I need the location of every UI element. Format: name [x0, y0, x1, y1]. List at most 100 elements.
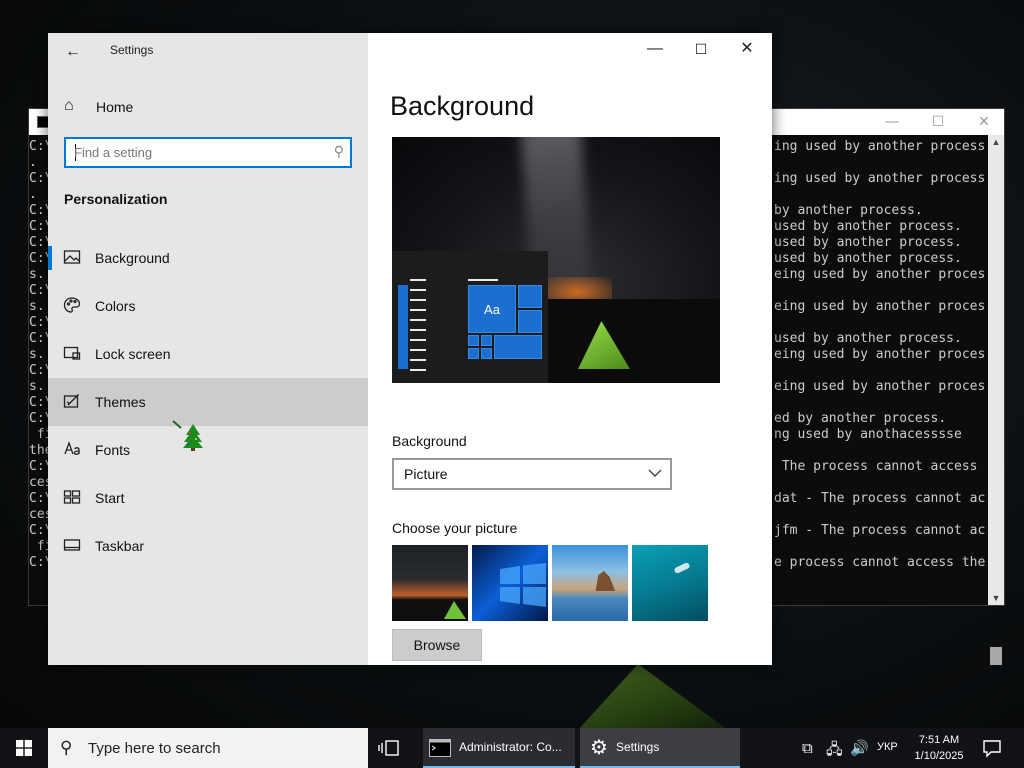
console-line: eing used by another proces: [774, 299, 986, 314]
mock-sidebar: [398, 285, 408, 369]
settings-nav-pane: ← Settings ⌂ Home Find a setting ⚲ Perso…: [48, 33, 368, 665]
network-icon[interactable]: 🖧: [826, 739, 843, 764]
mock-line: [410, 309, 426, 311]
console-scrollbar[interactable]: ▲ ▼: [988, 135, 1004, 665]
tree-cursor-icon: [172, 420, 203, 451]
notifications-icon[interactable]: [982, 738, 1002, 758]
copy-icon[interactable]: ⧉: [802, 739, 813, 757]
start-button[interactable]: [0, 728, 48, 768]
mock-tile: [518, 285, 542, 308]
console-line: eing used by another proces: [774, 379, 986, 394]
settings-window[interactable]: ← Settings ⌂ Home Find a setting ⚲ Perso…: [48, 33, 772, 665]
windows-logo-icon: [16, 740, 32, 756]
mock-line: [410, 279, 426, 281]
task-view-icon[interactable]: [376, 738, 404, 758]
wallpaper-tent: [578, 664, 728, 730]
mock-tile: [481, 335, 492, 346]
picture-icon: [63, 250, 81, 264]
mock-line: [410, 289, 426, 291]
mock-line: [410, 339, 426, 341]
console-line: used by another process.: [774, 251, 962, 266]
console-line: ed by another process.: [774, 411, 947, 426]
picture-thumbnail-night-sky[interactable]: [392, 545, 468, 621]
console-line: used by another process.: [774, 331, 962, 346]
picture-thumbnail-underwater[interactable]: [632, 545, 708, 621]
preview-start-mock: Aa: [392, 251, 548, 383]
picture-thumbnail-beach[interactable]: [552, 545, 628, 621]
choose-picture-label: Choose your picture: [392, 520, 518, 536]
taskbar-search-box[interactable]: ⚲ Type here to search: [48, 728, 368, 768]
console-line: ing used by another process: [774, 171, 986, 186]
console-minimize-icon[interactable]: —: [869, 112, 915, 132]
settings-content: — ☐ ✕ Background Aa Background Picture C…: [368, 33, 772, 665]
close-icon[interactable]: ✕: [724, 39, 770, 59]
console-line: The process cannot access: [774, 459, 978, 474]
background-preview: Aa: [392, 137, 720, 383]
nav-home-label: Home: [96, 99, 134, 115]
console-line: jfm - The process cannot ac: [774, 523, 986, 538]
home-icon: ⌂: [64, 97, 74, 114]
taskbar-icon: [63, 539, 81, 551]
taskbar-app-label: Settings: [616, 740, 660, 754]
search-icon[interactable]: ⚲: [334, 143, 344, 160]
nav-item-label: Background: [95, 250, 170, 266]
taskbar-app-console[interactable]: Administrator: Co...: [423, 728, 575, 768]
mock-tile: [481, 348, 492, 359]
console-line: e process cannot access the: [774, 555, 986, 570]
taskbar-app-label: Administrator: Co...: [459, 740, 562, 754]
language-indicator[interactable]: УКР: [877, 741, 898, 753]
nav-item-taskbar[interactable]: Taskbar: [48, 522, 368, 570]
nav-item-lock-screen[interactable]: Lock screen: [48, 330, 368, 378]
nav-item-fonts[interactable]: Fonts: [48, 426, 368, 474]
nav-item-label: Colors: [95, 298, 136, 314]
scroll-thumb[interactable]: [990, 647, 1002, 665]
themes-icon: [63, 394, 79, 408]
mock-title-line: [468, 279, 498, 281]
browse-button[interactable]: Browse: [392, 629, 482, 661]
background-label: Background: [392, 433, 467, 449]
nav-item-label: Themes: [95, 394, 146, 410]
minimize-icon[interactable]: —: [632, 39, 678, 59]
clock-date: 1/10/2025: [914, 750, 964, 762]
console-line: used by another process.: [774, 219, 962, 234]
maximize-icon[interactable]: ☐: [678, 39, 724, 59]
back-arrow-icon[interactable]: ←: [62, 41, 84, 63]
console-close-icon[interactable]: ✕: [961, 112, 1007, 132]
console-line: dat - The process cannot ac: [774, 491, 986, 506]
nav-home[interactable]: ⌂ Home: [48, 89, 368, 123]
volume-icon[interactable]: 🔊: [850, 739, 869, 757]
nav-item-colors[interactable]: Colors: [48, 282, 368, 330]
mock-line: [410, 349, 426, 351]
chevron-down-icon: [648, 469, 662, 477]
scroll-down-icon[interactable]: ▼: [988, 593, 1004, 603]
mock-tile-sample: Aa: [468, 285, 516, 333]
taskbar-search-placeholder: Type here to search: [88, 740, 221, 757]
find-setting-input[interactable]: Find a setting ⚲: [64, 137, 352, 168]
nav-item-background[interactable]: Background: [48, 234, 368, 282]
clock[interactable]: 7:51 AM 1/10/2025: [907, 732, 971, 764]
clock-time: 7:51 AM: [918, 734, 960, 746]
console-line: eing used by another proces: [774, 267, 986, 282]
console-right-column: ing used by another process ing used by a…: [774, 139, 988, 571]
nav-item-themes[interactable]: Themes: [48, 378, 368, 426]
taskbar-app-settings[interactable]: ⚙ Settings: [580, 728, 740, 768]
background-type-select[interactable]: Picture: [392, 458, 672, 490]
search-icon: ⚲: [60, 738, 73, 757]
picture-thumbnail-windows[interactable]: [472, 545, 548, 621]
scroll-up-icon[interactable]: ▲: [988, 137, 1004, 147]
mock-line: [410, 299, 426, 301]
console-line: ing used by another process: [774, 139, 986, 154]
nav-item-start[interactable]: Start: [48, 474, 368, 522]
start-menu-icon: [63, 490, 81, 504]
console-maximize-icon[interactable]: ☐: [915, 112, 961, 132]
page-title: Background: [390, 91, 535, 121]
mock-tile: [518, 310, 542, 333]
console-line: eing used by another proces: [774, 347, 986, 362]
